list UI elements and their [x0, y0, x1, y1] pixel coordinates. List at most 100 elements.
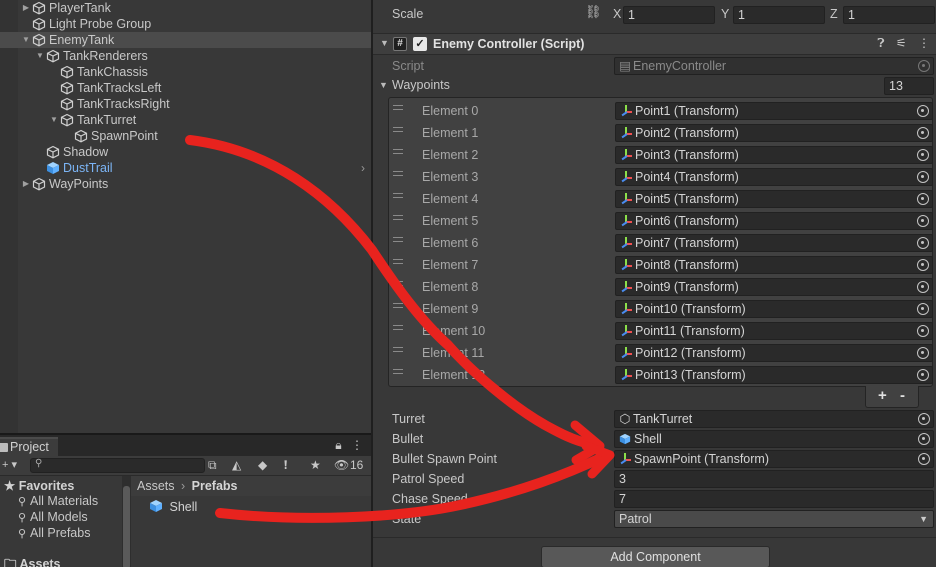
object-picker-icon[interactable] — [917, 171, 929, 183]
scale-x-label[interactable]: X — [613, 7, 621, 21]
foldout-arrow-icon[interactable]: ▼ — [380, 38, 389, 48]
add-component-button[interactable]: Add Component — [541, 546, 770, 567]
drag-handle-icon[interactable] — [393, 369, 403, 374]
filter-by-label-icon[interactable]: ◆ — [258, 458, 267, 472]
hierarchy-item[interactable]: Light Probe Group — [0, 16, 371, 32]
component-header[interactable]: ▼ # ✓ Enemy Controller (Script) ❓︎ ⚟ ⋮ — [373, 33, 936, 55]
favorites-header[interactable]: ★ Favorites — [4, 478, 74, 493]
search-by-type-icon[interactable]: ⧉ — [208, 458, 217, 473]
filter-by-type-icon[interactable]: ◭ — [232, 458, 241, 472]
expand-arrow-open-icon[interactable]: ▼ — [48, 112, 60, 128]
bullet-spawn-field[interactable]: SpawnPoint (Transform) — [614, 450, 934, 468]
waypoint-element-field[interactable]: Point9 (Transform) — [615, 278, 933, 296]
hierarchy-item[interactable]: ▶ PlayerTank — [0, 0, 371, 16]
search-input[interactable]: ⚲ — [30, 458, 205, 473]
hierarchy-item[interactable]: TankChassis — [0, 64, 371, 80]
kebab-menu-icon[interactable]: ⋮ — [351, 438, 363, 452]
project-tree-scrollbar[interactable] — [122, 476, 131, 567]
favorite-filter-icon[interactable]: ★ — [310, 458, 321, 472]
assets-header[interactable]: 🗀︎ Assets — [4, 555, 61, 567]
hierarchy-item[interactable]: ▼ TankRenderers — [0, 48, 371, 64]
expand-arrow-open-icon[interactable]: ▼ — [20, 32, 32, 48]
asset-shell[interactable]: Shell — [149, 499, 197, 514]
waypoints-size-field[interactable]: 13 — [884, 77, 934, 95]
waypoint-element-field[interactable]: Point4 (Transform) — [615, 168, 933, 186]
scale-x-field[interactable]: 1 — [623, 6, 715, 24]
breadcrumb-current[interactable]: Prefabs — [192, 479, 238, 493]
drag-handle-icon[interactable] — [393, 303, 403, 308]
waypoint-element-field[interactable]: Point12 (Transform) — [615, 344, 933, 362]
drag-handle-icon[interactable] — [393, 105, 403, 110]
patrol-speed-field[interactable]: 3 — [614, 470, 934, 488]
drag-handle-icon[interactable] — [393, 259, 403, 264]
drag-handle-icon[interactable] — [393, 281, 403, 286]
object-picker-icon[interactable] — [917, 149, 929, 161]
breadcrumb-root[interactable]: Assets — [137, 479, 175, 493]
object-picker-icon[interactable] — [918, 453, 930, 465]
object-picker-icon[interactable] — [917, 303, 929, 315]
expand-arrow-open-icon[interactable]: ▼ — [34, 48, 46, 64]
drag-handle-icon[interactable] — [393, 215, 403, 220]
object-picker-icon[interactable] — [917, 259, 929, 271]
hierarchy-item[interactable]: TankTracksLeft — [0, 80, 371, 96]
waypoints-foldout-icon[interactable]: ▼ — [379, 80, 388, 90]
log-icon[interactable]: ❗︎ — [284, 458, 287, 473]
object-picker-icon[interactable] — [917, 215, 929, 227]
object-picker-icon[interactable] — [918, 413, 930, 425]
favorite-item[interactable]: ⚲ All Models — [18, 510, 88, 524]
lock-icon[interactable]: 🔒︎ — [335, 438, 341, 452]
help-icon[interactable]: ❓︎ — [877, 36, 884, 50]
constrain-proportions-icon[interactable]: ⛓︎ — [585, 4, 602, 20]
drag-handle-icon[interactable] — [393, 149, 403, 154]
create-dropdown-button[interactable]: + ▾ — [2, 458, 17, 471]
waypoint-element-field[interactable]: Point7 (Transform) — [615, 234, 933, 252]
hidden-packages-icon[interactable]: 👁︎ — [334, 458, 349, 472]
waypoint-element-field[interactable]: Point5 (Transform) — [615, 190, 933, 208]
bullet-field[interactable]: Shell — [614, 430, 934, 448]
waypoint-element-field[interactable]: Point11 (Transform) — [615, 322, 933, 340]
object-picker-icon[interactable] — [917, 281, 929, 293]
scale-z-field[interactable]: 1 — [843, 6, 935, 24]
hierarchy-item[interactable]: SpawnPoint — [0, 128, 371, 144]
scale-y-label[interactable]: Y — [721, 7, 729, 21]
chase-speed-field[interactable]: 7 — [614, 490, 934, 508]
hierarchy-item[interactable]: ▼ TankTurret — [0, 112, 371, 128]
drag-handle-icon[interactable] — [393, 347, 403, 352]
waypoint-element-field[interactable]: Point1 (Transform) — [615, 102, 933, 120]
waypoint-element-field[interactable]: Point10 (Transform) — [615, 300, 933, 318]
scale-z-label[interactable]: Z — [830, 7, 838, 21]
waypoint-element-field[interactable]: Point8 (Transform) — [615, 256, 933, 274]
hierarchy-item[interactable]: Shadow — [0, 144, 371, 160]
hierarchy-item[interactable]: ▶ WayPoints — [0, 176, 371, 192]
hierarchy-item[interactable]: TankTracksRight — [0, 96, 371, 112]
scrollbar-thumb[interactable] — [123, 486, 130, 567]
scale-y-field[interactable]: 1 — [733, 6, 825, 24]
add-element-button[interactable]: + — [878, 387, 887, 404]
object-picker-icon[interactable] — [917, 325, 929, 337]
favorite-item[interactable]: ⚲ All Prefabs — [18, 526, 90, 540]
component-enabled-checkbox[interactable]: ✓ — [413, 37, 427, 51]
waypoint-element-field[interactable]: Point2 (Transform) — [615, 124, 933, 142]
drag-handle-icon[interactable] — [393, 237, 403, 242]
favorite-item[interactable]: ⚲ All Materials — [18, 494, 98, 508]
waypoints-label[interactable]: Waypoints — [392, 78, 450, 92]
kebab-menu-icon[interactable]: ⋮ — [918, 36, 930, 50]
waypoint-element-field[interactable]: Point3 (Transform) — [615, 146, 933, 164]
object-picker-icon[interactable] — [917, 237, 929, 249]
expand-arrow-closed-icon[interactable]: ▶ — [20, 0, 32, 16]
state-dropdown[interactable]: Patrol ▼ — [614, 510, 934, 528]
object-picker-icon[interactable] — [917, 193, 929, 205]
waypoint-element-field[interactable]: Point13 (Transform) — [615, 366, 933, 384]
object-picker-icon[interactable] — [917, 369, 929, 381]
expand-arrow-closed-icon[interactable]: ▶ — [20, 176, 32, 192]
remove-element-button[interactable]: - — [900, 387, 905, 404]
open-prefab-chevron-icon[interactable]: › — [361, 160, 365, 176]
object-picker-icon[interactable] — [917, 347, 929, 359]
presets-icon[interactable]: ⚟ — [896, 36, 907, 50]
object-picker-icon[interactable] — [917, 105, 929, 117]
object-picker-icon[interactable] — [918, 433, 930, 445]
hierarchy-item[interactable]: ▼ EnemyTank — [0, 32, 371, 48]
waypoint-element-field[interactable]: Point6 (Transform) — [615, 212, 933, 230]
drag-handle-icon[interactable] — [393, 171, 403, 176]
object-picker-icon[interactable] — [917, 127, 929, 139]
